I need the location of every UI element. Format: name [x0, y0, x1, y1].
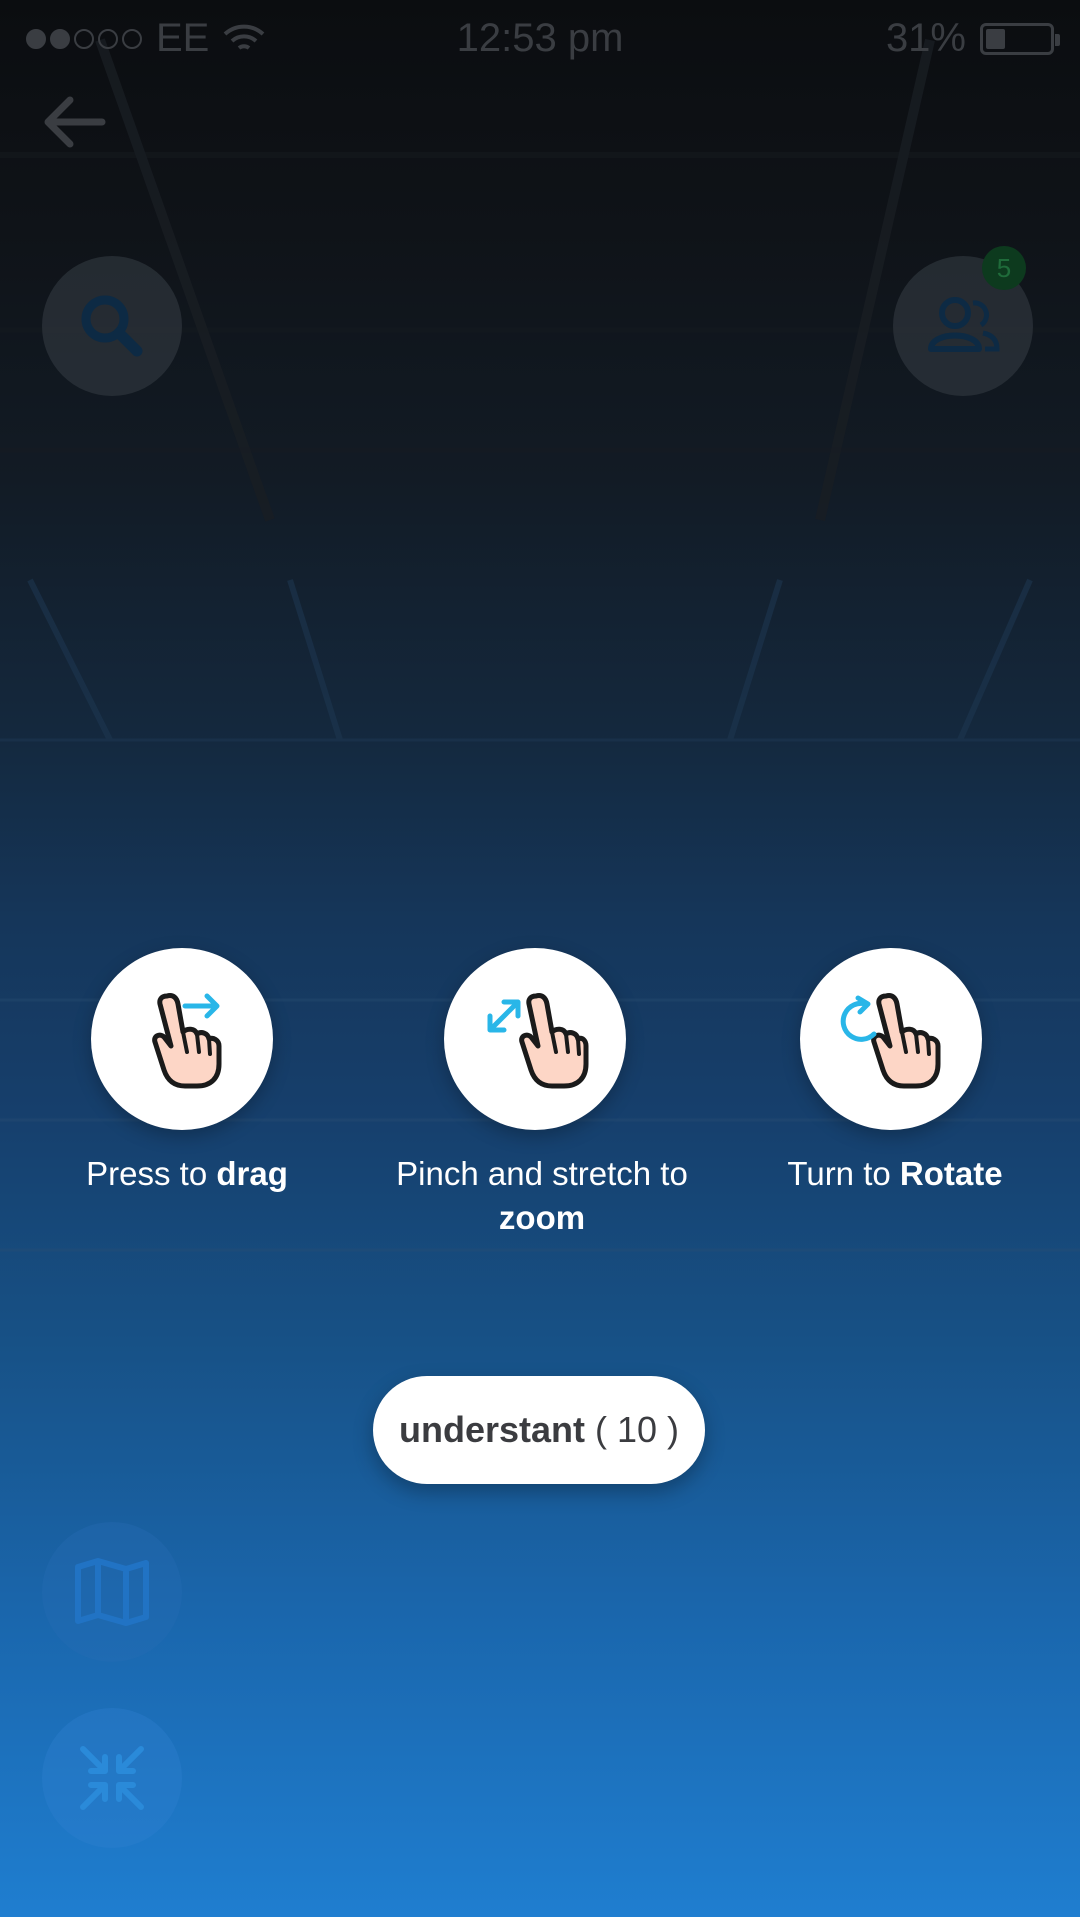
understand-button-label: understant: [398, 1409, 585, 1450]
search-button[interactable]: [42, 256, 182, 396]
search-icon: [81, 295, 143, 357]
battery-icon: [980, 22, 1060, 55]
zoom-instruction-label: Pinch and stretch to zoom: [396, 1155, 688, 1236]
people-icon: [928, 297, 1000, 352]
drag-hand-icon: [152, 993, 222, 1089]
zoom-gesture-circle: [444, 948, 626, 1130]
rotate-hand-icon: [840, 993, 941, 1089]
battery-percent: 31%: [885, 16, 966, 60]
drag-instruction-label: Press to drag: [86, 1155, 288, 1192]
notification-badge: 5: [982, 246, 1026, 290]
collapse-arrows-icon: [80, 1746, 144, 1810]
map-button[interactable]: [42, 1522, 182, 1662]
collapse-button[interactable]: [42, 1708, 182, 1848]
drag-gesture-circle: [91, 948, 273, 1130]
rotate-gesture-circle: [800, 948, 982, 1130]
countdown-label: ( 10 ): [594, 1409, 680, 1450]
pinch-zoom-hand-icon: [487, 993, 589, 1089]
understand-button[interactable]: understant ( 10 ): [373, 1376, 705, 1484]
map-icon: [75, 1558, 149, 1626]
status-bar: EE 12:53 pm 31%: [0, 0, 1080, 80]
back-arrow-icon[interactable]: [40, 92, 110, 152]
status-right: 31%: [885, 16, 1060, 61]
rotate-instruction-label: Turn to Rotate: [787, 1155, 1003, 1192]
battery-level-fill: [986, 28, 1005, 49]
